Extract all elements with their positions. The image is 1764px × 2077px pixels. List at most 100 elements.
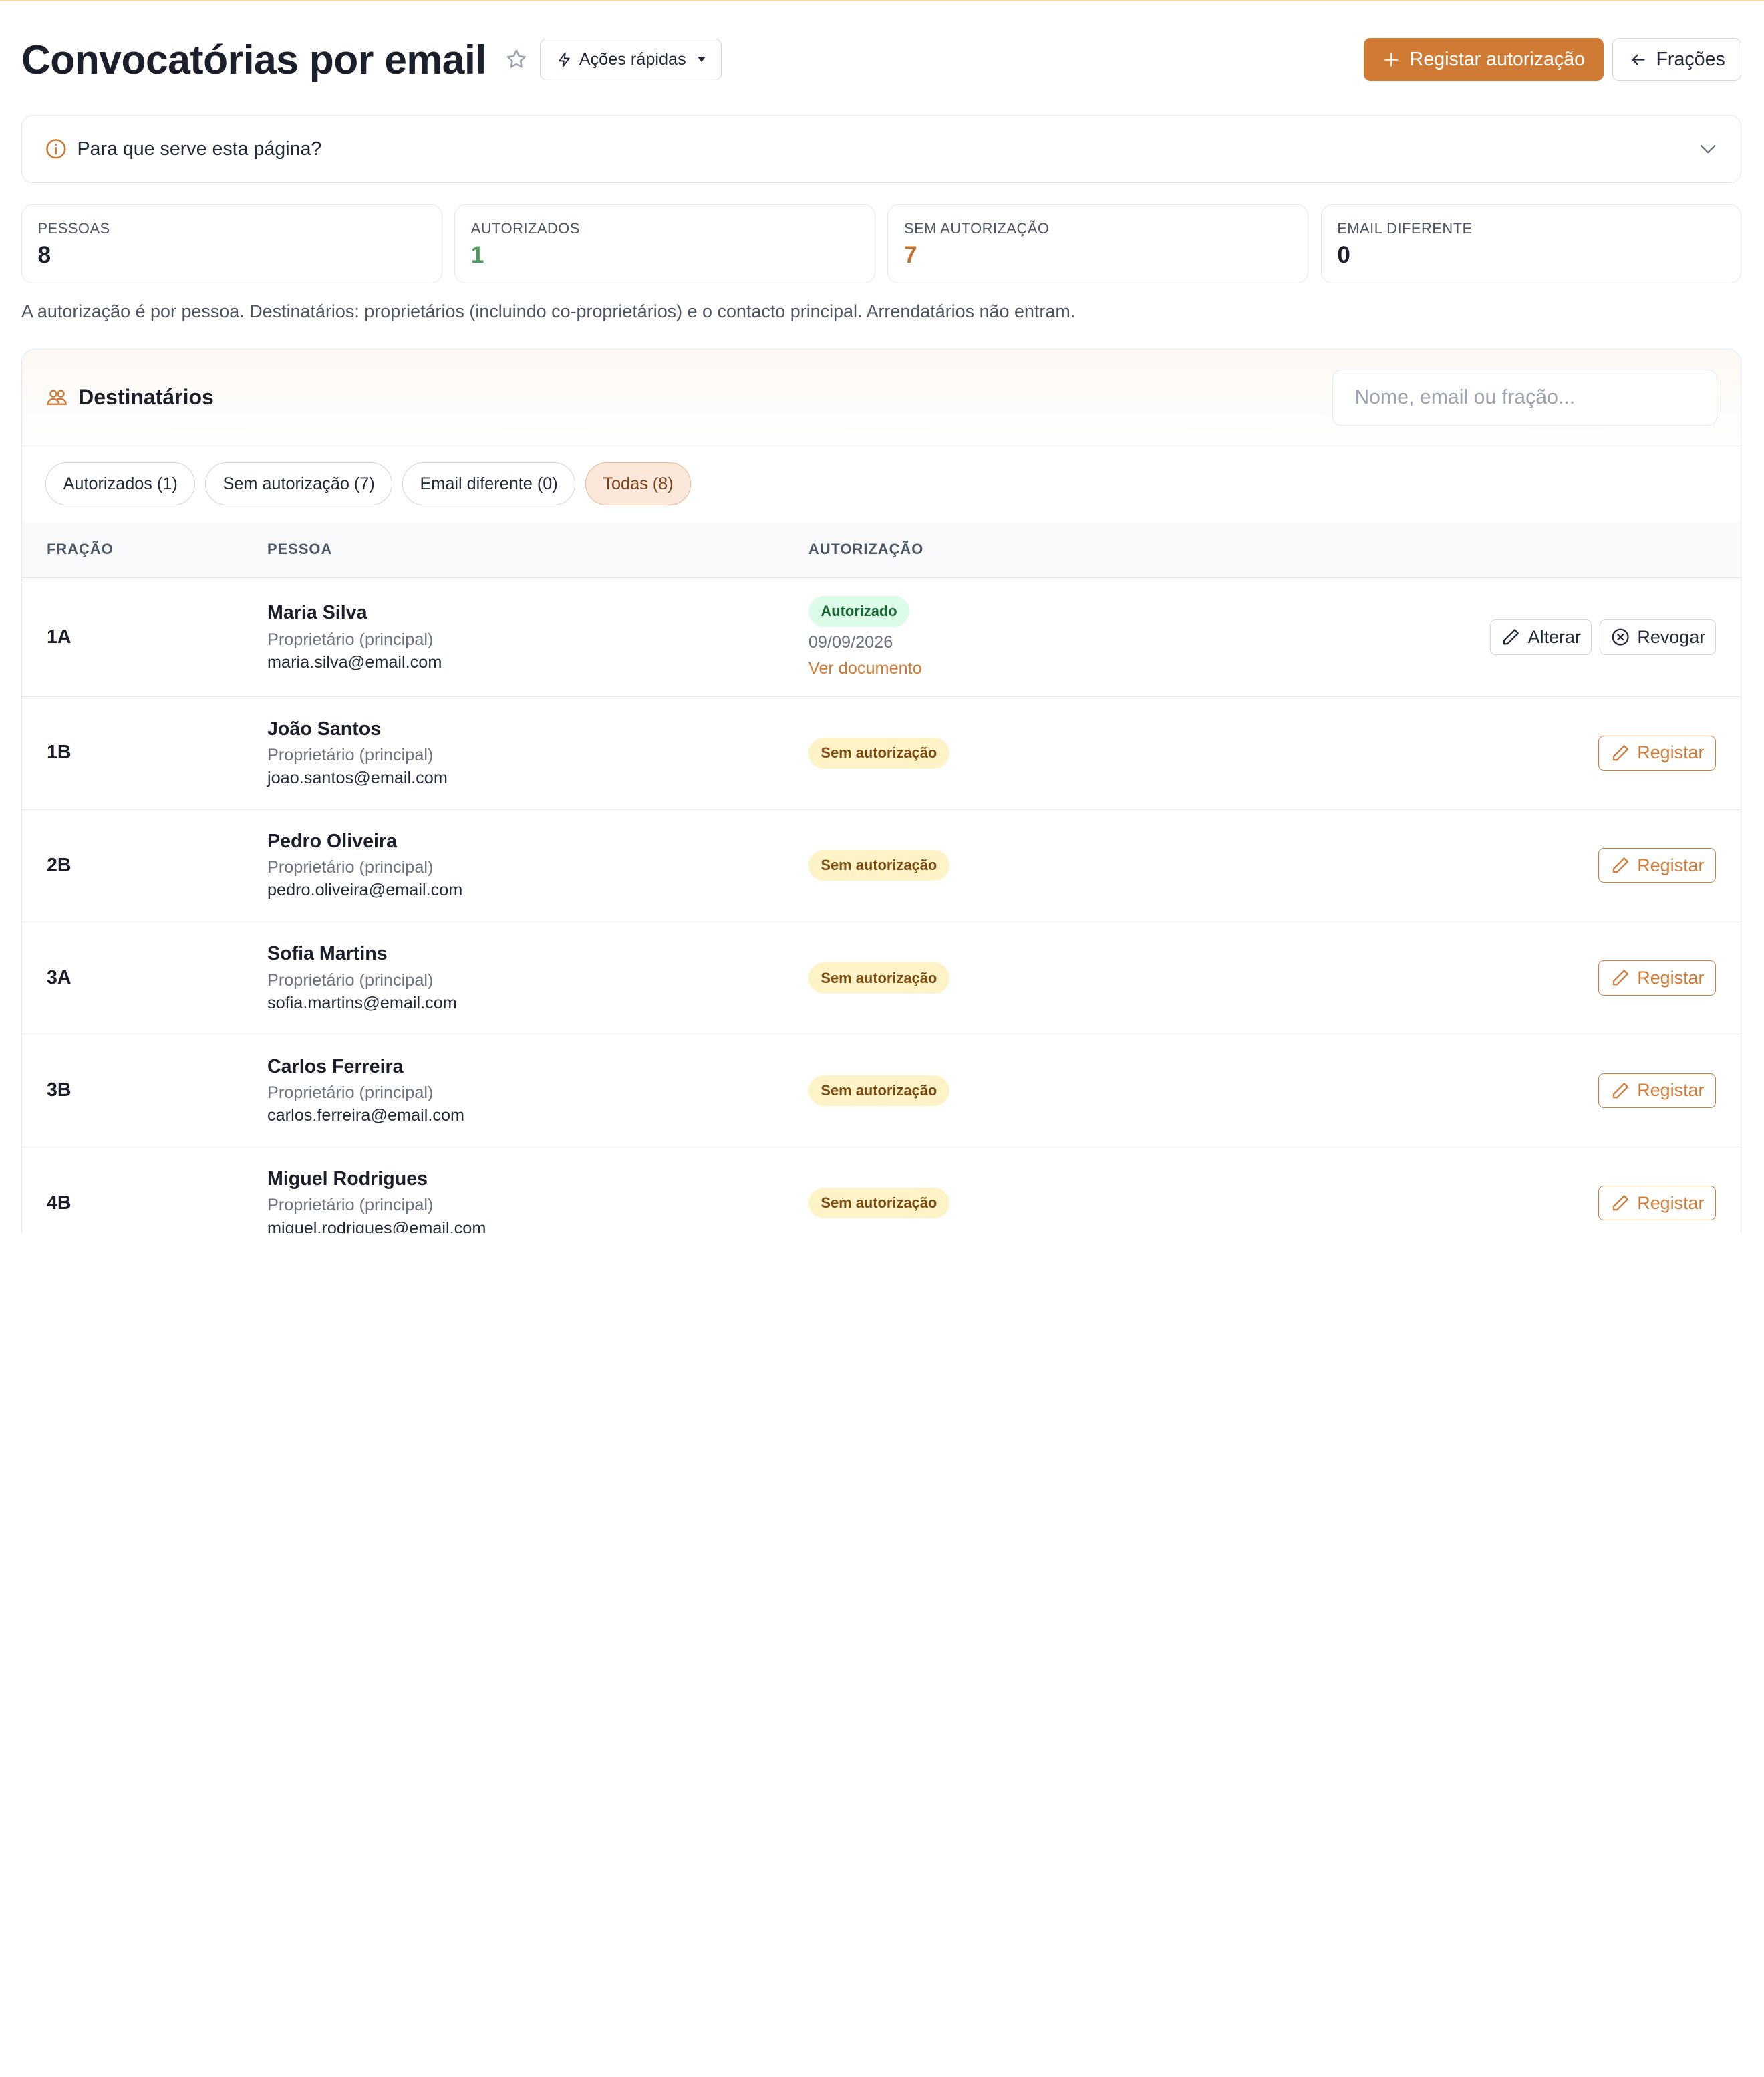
- plus-icon: [1384, 53, 1399, 67]
- person-cell: Carlos Ferreira Proprietário (principal)…: [267, 1056, 464, 1125]
- stat-value: 0: [1337, 242, 1350, 269]
- lightning-icon: [558, 52, 570, 67]
- person-email: pedro.oliveira@email.com: [267, 881, 463, 900]
- authorization-cell: Sem autorização: [808, 1075, 949, 1107]
- person-name: Maria Silva: [267, 602, 368, 624]
- person-email: maria.silva@email.com: [267, 652, 442, 672]
- back-to-fractions-button[interactable]: Frações: [1612, 38, 1742, 82]
- filter-unauthorized[interactable]: Sem autorização (7): [205, 462, 393, 506]
- stat-card-unauthorized: SEM AUTORIZAÇÃO 7: [887, 204, 1309, 284]
- person-role: Proprietário (principal): [267, 858, 434, 877]
- fraction-cell: 1B: [47, 742, 71, 764]
- person-name: Sofia Martins: [267, 943, 388, 965]
- x-circle-icon: [1612, 628, 1629, 646]
- column-header-person: PESSOA: [267, 541, 333, 558]
- register-button[interactable]: Registar: [1598, 960, 1717, 996]
- top-divider: [0, 0, 1764, 1]
- stat-label: SEM AUTORIZAÇÃO: [903, 220, 1050, 237]
- back-to-fractions-label: Frações: [1656, 48, 1725, 70]
- quick-actions-dropdown[interactable]: Ações rápidas: [540, 39, 722, 81]
- person-email: joao.santos@email.com: [267, 769, 448, 788]
- pencil-icon: [1612, 1083, 1628, 1099]
- status-badge: Sem autorização: [808, 737, 949, 769]
- view-document-link[interactable]: Ver documento: [808, 659, 922, 678]
- help-accordion[interactable]: Para que serve esta página?: [21, 114, 1742, 184]
- help-question: Para que serve esta página?: [77, 138, 322, 160]
- pencil-icon: [1612, 1195, 1628, 1211]
- pencil-icon: [1503, 629, 1519, 645]
- stat-value: 1: [470, 242, 484, 269]
- star-icon[interactable]: [504, 47, 529, 72]
- row-actions: Registar: [1598, 735, 1717, 771]
- stat-label: AUTORIZADOS: [470, 220, 580, 237]
- stat-value: 8: [37, 242, 51, 269]
- chevron-down-icon: [1701, 144, 1716, 154]
- stat-card-people: PESSOAS 8: [21, 204, 442, 284]
- authorization-note: A autorização é por pessoa. Destinatário…: [21, 301, 1076, 322]
- stat-card-different-email: EMAIL DIFERENTE 0: [1320, 204, 1742, 284]
- row-actions: Registar: [1598, 848, 1717, 883]
- stat-value: 7: [903, 242, 917, 269]
- arrow-left-icon: [1632, 54, 1645, 65]
- register-label: Registar: [1637, 1192, 1705, 1213]
- person-role: Proprietário (principal): [267, 970, 434, 990]
- edit-button[interactable]: Alterar: [1490, 619, 1592, 655]
- quick-actions-label: Ações rápidas: [579, 49, 686, 69]
- search-input[interactable]: [1332, 369, 1718, 426]
- table-row: 3B Carlos Ferreira Proprietário (princip…: [21, 1034, 1741, 1147]
- row-actions: Registar: [1598, 1073, 1717, 1109]
- table-row: 1A Maria Silva Proprietário (principal) …: [21, 578, 1741, 698]
- person-role: Proprietário (principal): [267, 1196, 434, 1215]
- register-authorization-button[interactable]: Registar autorização: [1364, 38, 1604, 82]
- person-email: sofia.martins@email.com: [267, 993, 457, 1012]
- revoke-label: Revogar: [1637, 626, 1706, 647]
- person-role: Proprietário (principal): [267, 746, 434, 765]
- revoke-button[interactable]: Revogar: [1599, 619, 1717, 655]
- stat-label: PESSOAS: [37, 220, 110, 237]
- fraction-cell: 1A: [47, 626, 71, 648]
- fraction-cell: 3B: [47, 1079, 71, 1101]
- info-icon: [45, 139, 66, 159]
- filter-authorized[interactable]: Autorizados (1): [45, 462, 196, 506]
- person-cell: Miguel Rodrigues Proprietário (principal…: [267, 1168, 486, 1233]
- authorization-cell: Sem autorização: [808, 1188, 949, 1219]
- person-email: carlos.ferreira@email.com: [267, 1106, 465, 1125]
- register-button[interactable]: Registar: [1598, 735, 1717, 771]
- authorization-cell: Sem autorização: [808, 737, 949, 769]
- authorization-cell: Autorizado 09/09/2026 Ver documento: [808, 596, 922, 678]
- filter-different-email[interactable]: Email diferente (0): [402, 462, 575, 506]
- recipients-header: Destinatários: [21, 349, 1741, 446]
- page-header: Convocatórias por email Ações rápidas Re…: [21, 36, 1742, 84]
- filter-all[interactable]: Todas (8): [585, 462, 691, 506]
- register-label: Registar: [1637, 968, 1705, 988]
- status-badge: Sem autorização: [808, 1075, 949, 1107]
- person-email: miguel.rodrigues@email.com: [267, 1218, 486, 1234]
- users-icon: [47, 390, 67, 405]
- register-label: Registar: [1637, 742, 1705, 763]
- status-badge: Sem autorização: [808, 850, 949, 881]
- recipients-title: Destinatários: [78, 385, 214, 410]
- page-title: Convocatórias por email: [21, 37, 486, 83]
- recipients-card: Destinatários Autorizados (1) Sem autori…: [21, 348, 1742, 1234]
- page: Convocatórias por email Ações rápidas Re…: [0, 0, 1764, 1234]
- register-button[interactable]: Registar: [1598, 1073, 1717, 1109]
- fraction-cell: 3A: [47, 967, 71, 989]
- row-actions: Registar: [1598, 1186, 1717, 1221]
- stat-label: EMAIL DIFERENTE: [1337, 220, 1473, 237]
- person-name: Miguel Rodrigues: [267, 1168, 428, 1190]
- register-button[interactable]: Registar: [1598, 1186, 1717, 1221]
- pencil-icon: [1612, 744, 1628, 761]
- status-badge: Autorizado: [808, 596, 910, 628]
- person-role: Proprietário (principal): [267, 1083, 434, 1103]
- table-row: 1B João Santos Proprietário (principal) …: [21, 697, 1741, 810]
- person-name: Carlos Ferreira: [267, 1055, 404, 1077]
- pencil-icon: [1612, 970, 1628, 986]
- person-cell: Sofia Martins Proprietário (principal) s…: [267, 943, 457, 1012]
- stats-row: PESSOAS 8 AUTORIZADOS 1 SEM AUTORIZAÇÃO …: [21, 204, 1742, 284]
- register-authorization-label: Registar autorização: [1409, 48, 1586, 70]
- filter-tabs: Autorizados (1) Sem autorização (7) Emai…: [22, 446, 1741, 522]
- register-button[interactable]: Registar: [1598, 848, 1717, 883]
- status-badge: Sem autorização: [808, 962, 949, 994]
- person-name: Pedro Oliveira: [267, 830, 398, 852]
- row-actions: Registar: [1598, 960, 1717, 996]
